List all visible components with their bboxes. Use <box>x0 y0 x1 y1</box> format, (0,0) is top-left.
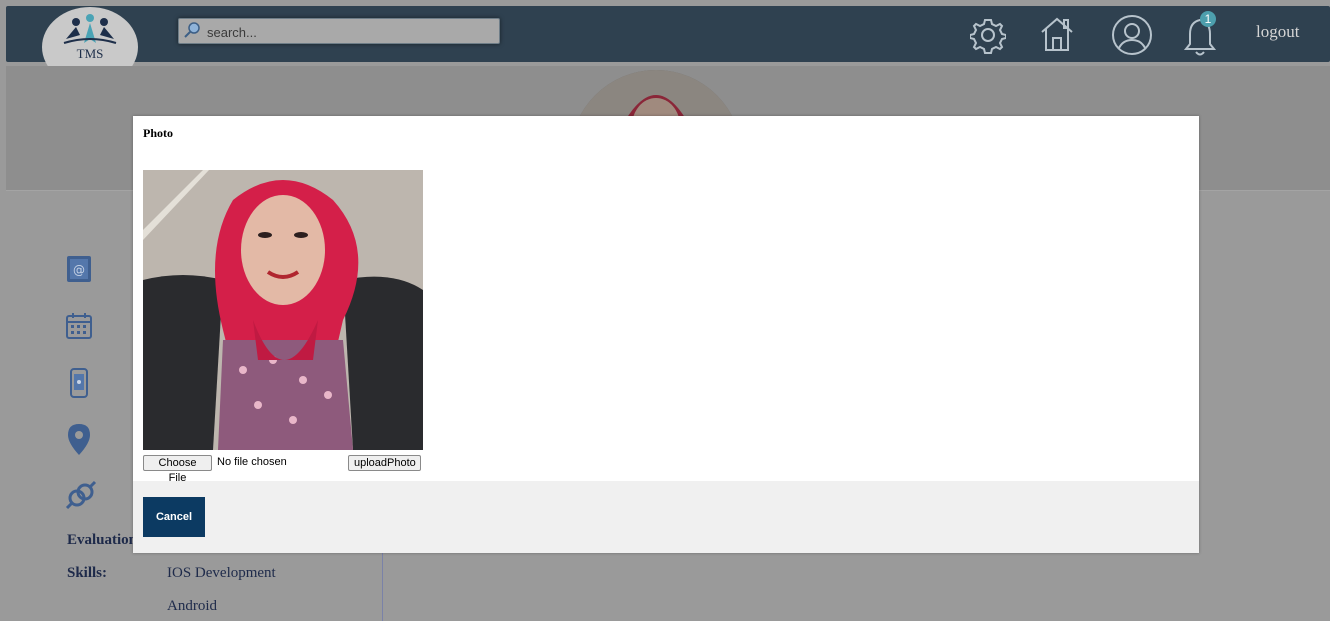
profile-photo-preview <box>143 170 423 450</box>
profile-photo-image <box>143 170 423 450</box>
calendar-icon <box>66 313 92 339</box>
gear-icon[interactable] <box>970 14 1006 54</box>
logout-link[interactable]: logout <box>1256 22 1299 42</box>
search-box <box>178 18 500 44</box>
home-icon[interactable] <box>1038 14 1076 54</box>
logo-people-icon <box>63 14 117 44</box>
photo-modal: Photo Choose File No file chosen uploadP… <box>133 116 1199 553</box>
search-input[interactable] <box>205 22 489 42</box>
top-navigation-bar: TMS 1 logou <box>6 6 1330 87</box>
gender-icon <box>65 480 97 510</box>
cancel-button[interactable]: Cancel <box>143 497 205 537</box>
location-pin-icon <box>68 424 90 455</box>
skills-label: Skills: <box>67 565 108 581</box>
contact-book-icon: @ <box>67 256 91 282</box>
logo-text: TMS <box>76 46 104 61</box>
choose-file-button[interactable]: Choose File <box>143 455 212 484</box>
search-icon <box>184 22 200 38</box>
file-status-text: No file chosen <box>217 456 287 468</box>
upload-photo-button[interactable]: uploadPhoto <box>348 455 421 471</box>
skill-item: Android <box>167 598 217 614</box>
user-profile-icon[interactable] <box>1110 14 1154 58</box>
notification-badge: 1 <box>1200 11 1216 27</box>
mobile-phone-icon <box>70 368 88 398</box>
svg-text:@: @ <box>73 263 85 277</box>
skill-item: IOS Development <box>167 565 276 581</box>
modal-footer: Cancel <box>133 481 1199 553</box>
modal-title: Photo <box>143 126 173 140</box>
evaluation-label: Evaluation <box>67 532 138 548</box>
